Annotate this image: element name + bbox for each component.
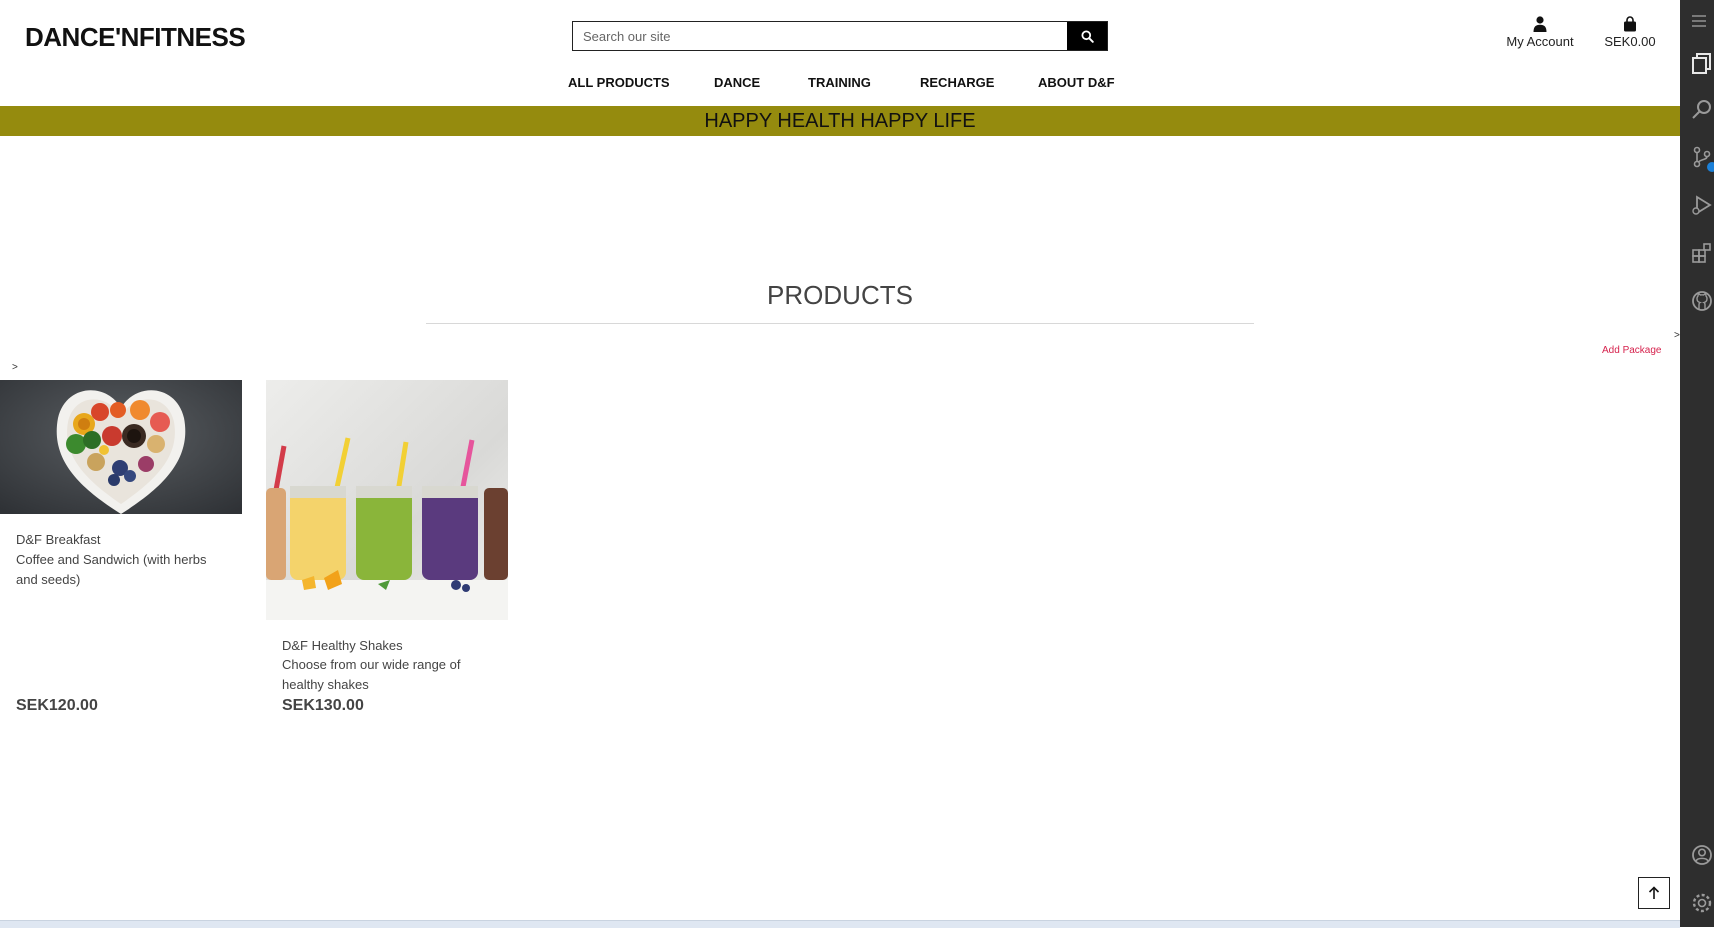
settings-gear-icon[interactable] <box>1691 892 1713 914</box>
promo-banner-text: HAPPY HEALTH HAPPY LIFE <box>704 109 976 132</box>
title-divider <box>426 323 1254 324</box>
promo-banner: HAPPY HEALTH HAPPY LIFE <box>0 106 1680 136</box>
product-image-breakfast[interactable] <box>0 380 242 514</box>
back-to-top-button[interactable] <box>1638 877 1670 909</box>
search-icon[interactable] <box>1691 98 1713 120</box>
main-navigation: ALL PRODUCTS DANCE TRAINING RECHARGE ABO… <box>0 75 1680 95</box>
arrow-up-icon <box>1648 886 1660 899</box>
browser-page: DANCE'NFITNESS My Account SEK0.00 ALL PR… <box>0 0 1680 928</box>
cart-total: SEK0.00 <box>1604 34 1656 49</box>
menu-icon[interactable] <box>1691 14 1707 28</box>
product-price-breakfast: SEK120.00 <box>16 697 98 714</box>
my-account-link[interactable]: My Account <box>1500 16 1580 49</box>
source-control-badge <box>1707 162 1714 172</box>
search-icon <box>1080 29 1094 43</box>
nav-dance[interactable]: DANCE <box>714 75 760 90</box>
run-debug-icon[interactable] <box>1691 194 1713 216</box>
my-account-label: My Account <box>1506 34 1574 49</box>
product-description-shakes: Choose from our wide range of healthy sh… <box>282 657 461 692</box>
search-input[interactable] <box>573 22 1067 50</box>
user-icon <box>1533 16 1547 32</box>
files-icon[interactable] <box>1691 52 1713 74</box>
add-package-link[interactable]: Add Package <box>1602 345 1662 356</box>
breakfast-photo <box>0 380 242 514</box>
site-logo[interactable]: DANCE'NFITNESS <box>25 22 246 53</box>
product-description-breakfast: Coffee and Sandwich (with herbs and seed… <box>16 552 207 587</box>
editor-activity-bar <box>1680 0 1714 927</box>
nav-all-products[interactable]: ALL PRODUCTS <box>568 75 670 90</box>
product-name-breakfast[interactable]: D&F Breakfast <box>16 530 101 550</box>
extensions-icon[interactable] <box>1691 242 1713 264</box>
shopping-bag-link[interactable]: SEK0.00 <box>1600 16 1660 49</box>
page-title: PRODUCTS <box>767 280 913 310</box>
nav-training[interactable]: TRAINING <box>808 75 871 90</box>
shopping-bag-icon <box>1624 16 1636 32</box>
product-price-shakes: SEK130.00 <box>282 697 364 714</box>
product-name-shakes[interactable]: D&F Healthy Shakes <box>282 636 403 656</box>
product-image-shakes[interactable] <box>266 380 508 620</box>
github-icon[interactable] <box>1691 290 1713 312</box>
right-chevron[interactable]: > <box>1674 330 1680 341</box>
account-icon[interactable] <box>1691 844 1713 866</box>
search-button[interactable] <box>1067 22 1107 50</box>
sort-chevron[interactable]: > <box>12 362 18 373</box>
site-search <box>572 21 1108 51</box>
nav-about[interactable]: ABOUT D&F <box>1038 75 1115 90</box>
nav-recharge[interactable]: RECHARGE <box>920 75 994 90</box>
shakes-photo <box>266 380 508 620</box>
